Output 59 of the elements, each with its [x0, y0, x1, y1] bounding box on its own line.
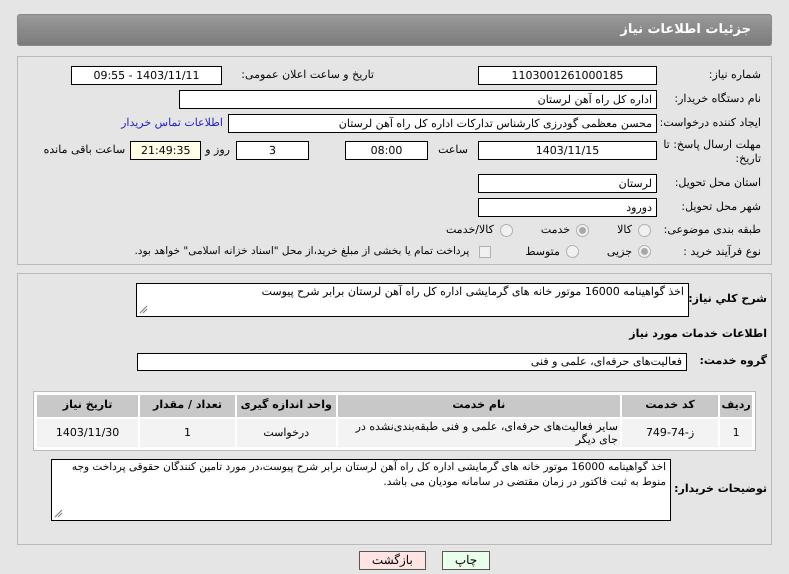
page-title: جزئیات اطلاعات نیاز	[620, 21, 751, 40]
text-field[interactable]: دورود	[478, 198, 657, 217]
table-cell: سایر فعالیت‌های حرفه‌ای، علمی و فنی طبقه‌بندی‌نشده در جای دیگر	[338, 418, 620, 446]
text-field[interactable]: 1103001261000185	[478, 66, 657, 85]
notes-textarea[interactable]: اخذ گواهینامه 16000 موتور خانه های گرمایشی اداره کل راه آهن لرستان برابر شرح پیوست،در مورد تامین کنندگان حقوقی پرداخت وجه منوط به ثبت فاکتور در زمان مقتضی در سامانه مودیان می باشد.	[51, 458, 671, 520]
text-field[interactable]: 1403/11/15	[478, 141, 657, 160]
table-cell: 1	[720, 418, 752, 446]
radio-label: کالا	[617, 222, 632, 238]
radio-label: کالا/خدمت	[446, 222, 494, 238]
radio-label: متوسط	[525, 244, 560, 260]
field-label: نوع فرآیند خرید :	[682, 244, 762, 260]
table-cell: ز-74-749	[622, 418, 718, 446]
radio-label: خدمت	[540, 222, 570, 238]
field-label: ایجاد کننده درخواست:	[661, 115, 762, 132]
field-label: روز و	[205, 142, 230, 158]
contact-link[interactable]: اطلاعات تماس خریدار	[121, 115, 223, 132]
resize-grip-icon	[139, 305, 148, 314]
radio-button[interactable]	[576, 224, 590, 237]
column-header: تاریخ نیاز	[37, 394, 138, 416]
field-label: نام دستگاه خریدار:	[673, 91, 762, 108]
table-cell: 1403/11/30	[37, 418, 138, 446]
checkbox[interactable]	[479, 246, 492, 258]
field-label: استان محل تحویل:	[674, 175, 762, 192]
back-button[interactable]: بازگشت	[358, 551, 426, 570]
table-cell: 1	[140, 418, 235, 446]
text-field[interactable]: 21:49:35	[130, 141, 202, 160]
print-button[interactable]: چاپ	[442, 551, 490, 570]
text-field[interactable]: لرستان	[478, 174, 657, 193]
resize-grip-icon	[54, 508, 63, 518]
field-label: مهلت ارسال پاسخ: تا تاریخ:	[662, 138, 762, 166]
field-label: طبقه بندی موضوعی:	[662, 222, 762, 238]
field-label: گروه خدمت:	[698, 353, 768, 370]
field-label: شماره نیاز:	[708, 67, 762, 84]
field-label: تاریخ و ساعت اعلان عمومی:	[240, 67, 374, 84]
radio-label: جزیی	[606, 244, 632, 260]
checkbox-label: پرداخت تمام یا بخشی از مبلغ خرید،از محل "اسناد خزانه اسلامی" خواهد بود.	[134, 244, 470, 259]
text-field[interactable]: فعالیت‌های حرفه‌ای، علمی و فنی	[137, 352, 687, 370]
radio-button[interactable]	[638, 224, 651, 237]
text-field[interactable]: 08:00	[345, 141, 428, 160]
field-label: شرح کلي نیاز:	[689, 291, 768, 307]
column-header: نام خدمت	[338, 394, 620, 416]
field-label: ساعت باقی مانده	[44, 142, 126, 158]
text-field[interactable]: 3	[236, 141, 309, 160]
field-label: ساعت	[437, 142, 468, 158]
section-heading: اطلاعات خدمات مورد نیاز	[628, 326, 768, 342]
column-header: کد خدمت	[622, 394, 718, 416]
field-label: شهر محل تحویل:	[680, 199, 762, 216]
text-field[interactable]: محسن معظمی گودرزی کارشناس تدارکات اداره کل راه آهن لرستان	[228, 114, 657, 133]
radio-button[interactable]	[566, 245, 579, 258]
column-header: واحد اندازه گیری	[236, 394, 336, 416]
field-label: توضیحات خریدار:	[673, 481, 768, 498]
column-header: تعداد / مقدار	[140, 394, 235, 416]
radio-button[interactable]	[500, 224, 513, 237]
text-field[interactable]: 1403/11/11 - 09:55	[71, 66, 222, 85]
radio-button[interactable]	[638, 245, 651, 258]
column-header: ردیف	[720, 394, 752, 416]
summary-textarea[interactable]: اخذ گواهینامه 16000 موتور خانه های گرمایشی اداره کل راه آهن لرستان برابر شرح پیوست	[136, 283, 689, 317]
text-field[interactable]: اداره کل راه آهن لرستان	[179, 90, 657, 109]
table-cell: درخواست	[236, 418, 336, 446]
